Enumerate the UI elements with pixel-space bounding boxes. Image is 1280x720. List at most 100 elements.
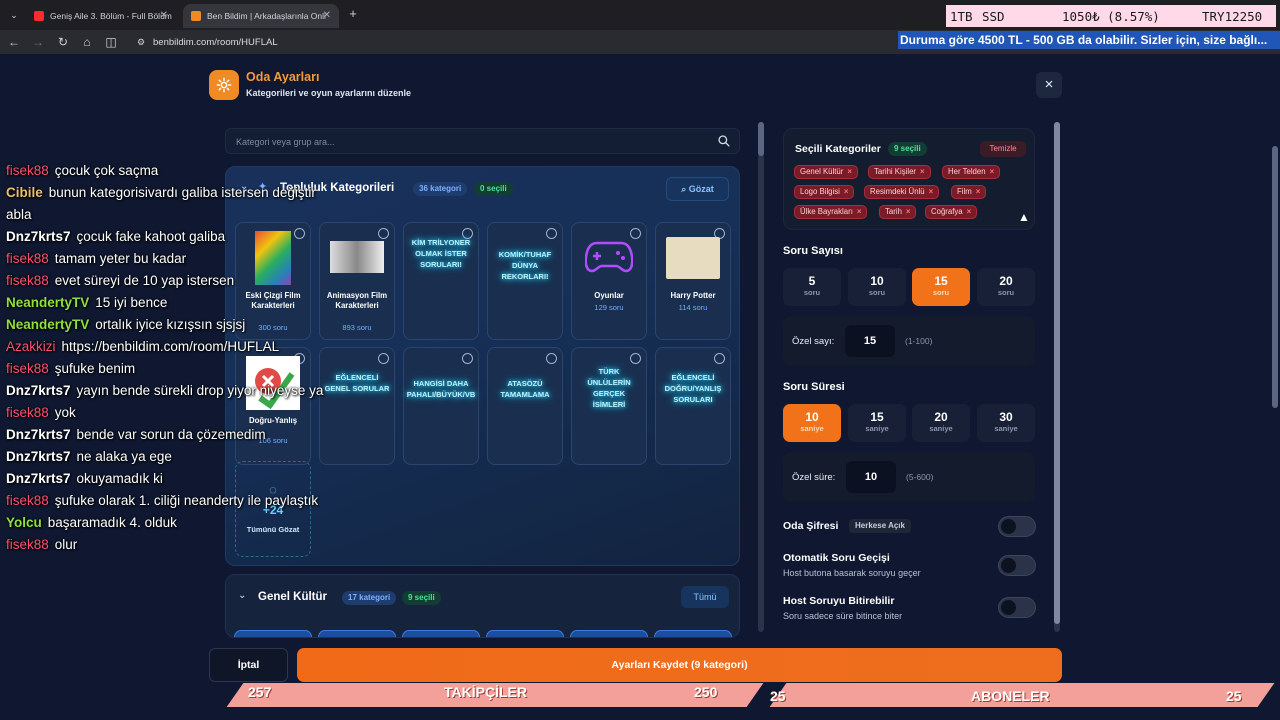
remove-chip-icon[interactable]: × [990,167,995,176]
selected-chip[interactable]: Logo Bilgisi × [794,185,855,199]
subcategory-card[interactable] [570,630,648,637]
question-time-option[interactable]: 20 saniye [912,404,970,442]
card-count: 129 soru [594,303,624,312]
selected-chip[interactable]: Tarih × [879,205,917,219]
question-time-option[interactable]: 30 saniye [977,404,1035,442]
close-tab-icon[interactable]: ✕ [323,10,331,21]
group-count-badge: 17 kategori [342,591,397,605]
question-count-option-selected[interactable]: 15 soru [912,268,970,306]
chat-text: yayın bende sürekli drop yiyor niyeyse y… [76,383,324,398]
select-radio[interactable] [630,228,641,239]
reload-icon[interactable]: ↻ [55,34,71,50]
left-scrollbar-thumb[interactable] [758,122,764,156]
select-radio[interactable] [714,353,725,364]
host-finish-toggle[interactable] [998,597,1036,618]
select-radio[interactable] [630,353,641,364]
subcategory-card[interactable] [234,630,312,637]
chat-overlay: fisek88 çocuk çok saçma Cibile bunun katego… [6,160,346,556]
selected-chip[interactable]: Ülke Bayrakları × [794,205,868,219]
toggle-knob [1001,519,1016,534]
category-card-atasozu[interactable]: ATASÖZÜ TAMAMLAMA [487,347,563,465]
back-icon[interactable]: ← [6,34,22,50]
sidebar-icon[interactable]: ◫ [103,34,119,50]
forward-icon[interactable]: → [30,34,46,50]
select-all-button[interactable]: Tümü [681,586,729,608]
auto-next-toggle[interactable] [998,555,1036,576]
option-value: 20 [934,410,948,424]
followers-label: TAKİPÇİLER [444,684,527,700]
question-time-option-selected[interactable]: 10 saniye [783,404,841,442]
selected-chip[interactable]: Film × [951,185,987,199]
remove-chip-icon[interactable]: × [920,167,925,176]
remove-chip-icon[interactable]: × [967,207,972,216]
remove-chip-icon[interactable]: × [929,187,934,196]
subcategory-card[interactable] [318,630,396,637]
followers-right-count: 250 [694,684,718,700]
home-icon[interactable]: ⌂ [79,34,95,50]
close-tab-icon[interactable]: ✕ [160,10,168,21]
remove-chip-icon[interactable]: × [976,187,981,196]
ssd-label: SSD [982,8,1005,24]
close-button[interactable]: × [1036,72,1062,98]
chat-text: başaramadık 4. olduk [47,515,177,530]
custom-time-row: Özel süre: 10 (5-600) [783,452,1035,502]
remove-chip-icon[interactable]: × [906,207,911,216]
tab-search-icon[interactable]: ⌄ [6,7,22,23]
select-radio[interactable] [546,353,557,364]
chevron-down-icon[interactable]: ⌄ [238,590,246,601]
right-scrollbar-thumb[interactable] [1054,122,1060,624]
browser-tab-youtube[interactable]: Geniş Aile 3. Bölüm - Full Bölüm ✕ [26,4,176,28]
url-field[interactable]: benbildim.com/room/HUFLAL [153,37,278,48]
category-card-harry-potter[interactable]: Harry Potter 114 soru [655,222,731,340]
clear-button[interactable]: Temizle [980,141,1026,157]
selected-chip[interactable]: Tarihi Kişiler × [868,165,931,179]
room-password-toggle[interactable] [998,516,1036,537]
chat-text: çocuk fake kahoot galiba [76,229,226,244]
select-radio[interactable] [462,353,473,364]
chat-text: ortalık iyice kızışsın sjsjsj [95,317,246,332]
selected-categories-panel: Seçili Kategoriler 9 seçili Temizle Gene… [783,128,1035,230]
chat-message: fisek88 şufuke benim [6,358,346,380]
remove-chip-icon[interactable]: × [847,167,852,176]
host-finish-subtitle: Soru sadece süre bitince biter [783,611,903,621]
category-card-dogru-yanlis-sorulari[interactable]: EĞLENCELİ DOĞRU/YANLIŞ SORULARI [655,347,731,465]
category-card-kim-trilyoner[interactable]: KİM TRİLYONER OLMAK İSTER SORULARI! [403,222,479,340]
new-tab-button[interactable]: + [345,6,361,22]
subcategory-card[interactable] [654,630,732,637]
question-time-option[interactable]: 15 saniye [848,404,906,442]
browser-tab-benbildim[interactable]: Ben Bildim | Arkadaşlarınla Onli ✕ [183,4,339,28]
cancel-button[interactable]: İptal [209,648,288,682]
question-count-option[interactable]: 10 soru [848,268,906,306]
selected-chip[interactable]: Coğrafya × [925,205,978,219]
gamepad-icon [585,241,633,273]
search-icon[interactable] [717,134,731,148]
chat-text: bunun kategorisivardı galiba istersen de… [48,185,316,200]
question-count-option[interactable]: 20 soru [977,268,1035,306]
save-settings-button[interactable]: Ayarları Kaydet (9 kategori) [297,648,1062,682]
subcategory-card[interactable] [486,630,564,637]
page-scrollbar[interactable] [1272,146,1278,408]
selected-chip[interactable]: Her Telden × [942,165,1001,179]
selected-chip[interactable]: Genel Kültür × [794,165,858,179]
question-count-option[interactable]: 5 soru [783,268,841,306]
select-radio[interactable] [546,228,557,239]
custom-time-label: Özel süre: [792,472,836,483]
explore-button[interactable]: ⌕ Gözat [666,177,729,201]
category-card-turk-unluler[interactable]: TÜRK ÜNLÜLERİN GERÇEK İSİMLERİ [571,347,647,465]
select-radio[interactable] [378,353,389,364]
left-scrollbar[interactable] [758,122,764,632]
subcategory-card[interactable] [402,630,480,637]
news-ticker: Duruma göre 4500 TL - 500 GB da olabilir… [898,31,1280,49]
ssd-code: TRY12250 [1202,8,1263,24]
remove-chip-icon[interactable]: × [844,187,849,196]
selected-chip[interactable]: Resimdeki Ünlü × [864,185,940,199]
remove-chip-icon[interactable]: × [857,207,862,216]
category-card-oyunlar[interactable]: Oyunlar 129 soru [571,222,647,340]
custom-count-input[interactable]: 15 [845,325,895,357]
select-radio[interactable] [378,228,389,239]
custom-time-input[interactable]: 10 [846,461,896,493]
site-info-icon[interactable]: ⚙ [133,34,149,50]
category-search-input[interactable]: Kategori veya grup ara... [225,128,740,154]
category-card-komik-rekorlar[interactable]: KOMİK/TUHAF DÜNYA REKORLARI! [487,222,563,340]
category-card-hangisi-pahali[interactable]: HANGİSİ DAHA PAHALI/BÜYÜK/VB [403,347,479,465]
